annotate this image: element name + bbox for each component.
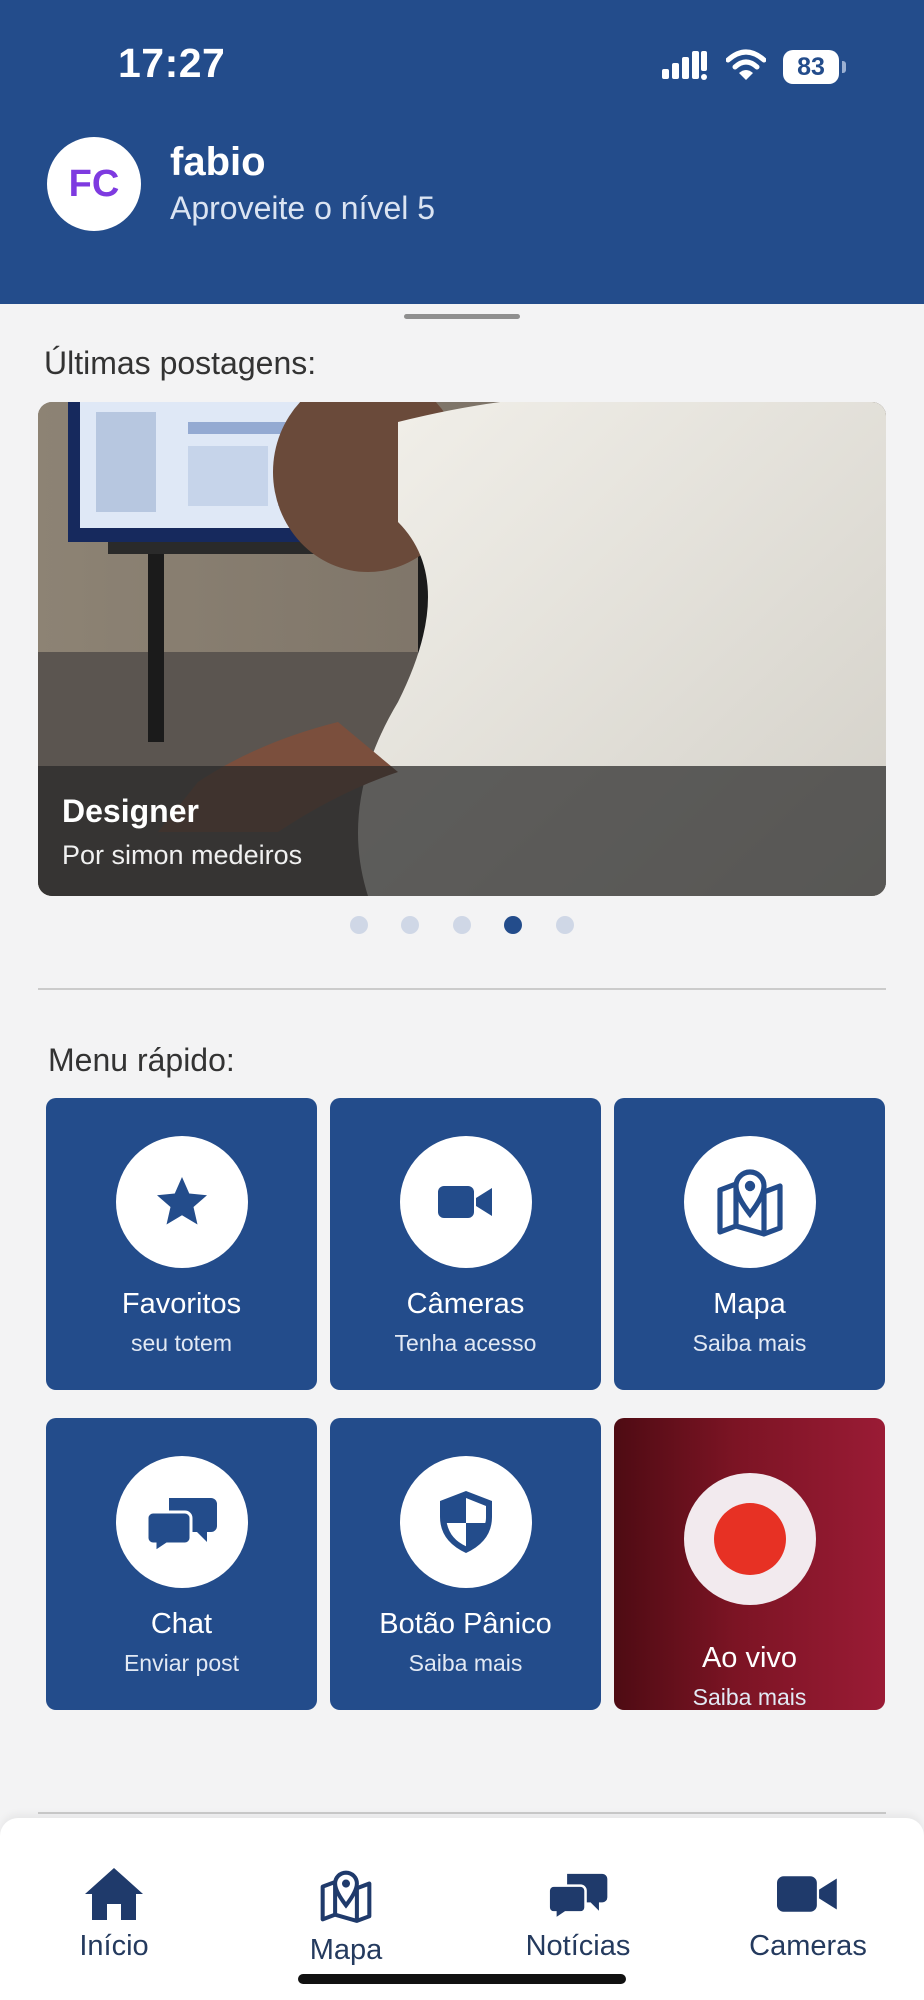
user-name: fabio xyxy=(170,140,266,184)
battery-icon: 83 xyxy=(783,50,839,84)
pagination-dot-active[interactable] xyxy=(504,916,522,934)
tile-label: Ao vivo xyxy=(701,1642,798,1674)
tile-sub: Enviar post xyxy=(123,1650,240,1676)
tile-sub: Saiba mais xyxy=(408,1650,523,1676)
nav-label: Notícias xyxy=(525,1930,631,1962)
record-icon xyxy=(684,1473,816,1605)
tile-label: Favoritos xyxy=(121,1288,242,1320)
tile-label: Chat xyxy=(150,1608,213,1640)
video-camera-icon xyxy=(777,1876,837,1912)
quick-menu-title: Menu rápido: xyxy=(48,1042,235,1078)
home-icon xyxy=(85,1868,143,1920)
quick-menu-chat[interactable]: Chat Enviar post xyxy=(46,1418,317,1710)
nav-item-mapa[interactable]: Mapa xyxy=(256,1866,436,1976)
shield-icon xyxy=(400,1456,532,1588)
drag-handle[interactable] xyxy=(404,314,520,319)
map-pin-icon xyxy=(684,1136,816,1268)
tile-label: Câmeras xyxy=(406,1288,525,1320)
quick-menu-live[interactable]: Ao vivo Saiba mais xyxy=(614,1418,885,1710)
video-camera-icon xyxy=(400,1136,532,1268)
post-carousel[interactable]: Designer Por simon medeiros xyxy=(38,402,886,896)
nav-label: Cameras xyxy=(749,1930,867,1962)
post-title: Designer xyxy=(62,793,199,829)
pagination-dot[interactable] xyxy=(350,916,368,934)
nav-item-noticias[interactable]: Notícias xyxy=(488,1866,668,1976)
quick-menu-panic-button[interactable]: Botão Pânico Saiba mais xyxy=(330,1418,601,1710)
status-time: 17:27 xyxy=(118,40,226,86)
tile-sub: Saiba mais xyxy=(692,1330,807,1356)
user-level-text: Aproveite o nível 5 xyxy=(170,190,436,226)
wifi-icon xyxy=(726,49,766,80)
quick-menu-mapa[interactable]: Mapa Saiba mais xyxy=(614,1098,885,1390)
latest-posts-title: Últimas postagens: xyxy=(44,345,317,381)
chat-bubbles-icon xyxy=(116,1456,248,1588)
avatar[interactable]: FC xyxy=(47,137,141,231)
nav-label: Mapa xyxy=(309,1934,383,1966)
post-caption: Designer Por simon medeiros xyxy=(38,766,886,896)
nav-item-cameras[interactable]: Cameras xyxy=(718,1866,898,1976)
quick-menu-cameras[interactable]: Câmeras Tenha acesso xyxy=(330,1098,601,1390)
app-header: 17:27 83 FC fabio Aproveite o nível 5 xyxy=(0,0,924,304)
post-author: Por simon medeiros xyxy=(62,840,303,870)
section-divider xyxy=(38,988,886,990)
cellular-signal-icon xyxy=(662,51,707,80)
pagination-dot[interactable] xyxy=(556,916,574,934)
map-pin-icon xyxy=(320,1870,372,1923)
tile-label: Botão Pânico xyxy=(379,1608,552,1640)
nav-label: Início xyxy=(79,1930,149,1962)
chat-bubbles-icon xyxy=(547,1873,608,1922)
tile-sub: seu totem xyxy=(131,1330,232,1356)
pagination-dot[interactable] xyxy=(401,916,419,934)
carousel-pagination xyxy=(350,916,574,934)
tile-label: Mapa xyxy=(713,1288,786,1320)
tile-sub: Saiba mais xyxy=(692,1684,807,1710)
section-divider xyxy=(38,1812,886,1814)
quick-menu-favoritos[interactable]: Favoritos seu totem xyxy=(46,1098,317,1390)
nav-item-inicio[interactable]: Início xyxy=(24,1866,204,1976)
battery-nub xyxy=(842,61,846,73)
home-indicator xyxy=(298,1974,626,1984)
tile-sub: Tenha acesso xyxy=(394,1330,537,1356)
star-icon xyxy=(116,1136,248,1268)
pagination-dot[interactable] xyxy=(453,916,471,934)
bottom-navigation: Início Mapa Notícias Cameras xyxy=(0,1818,924,2000)
